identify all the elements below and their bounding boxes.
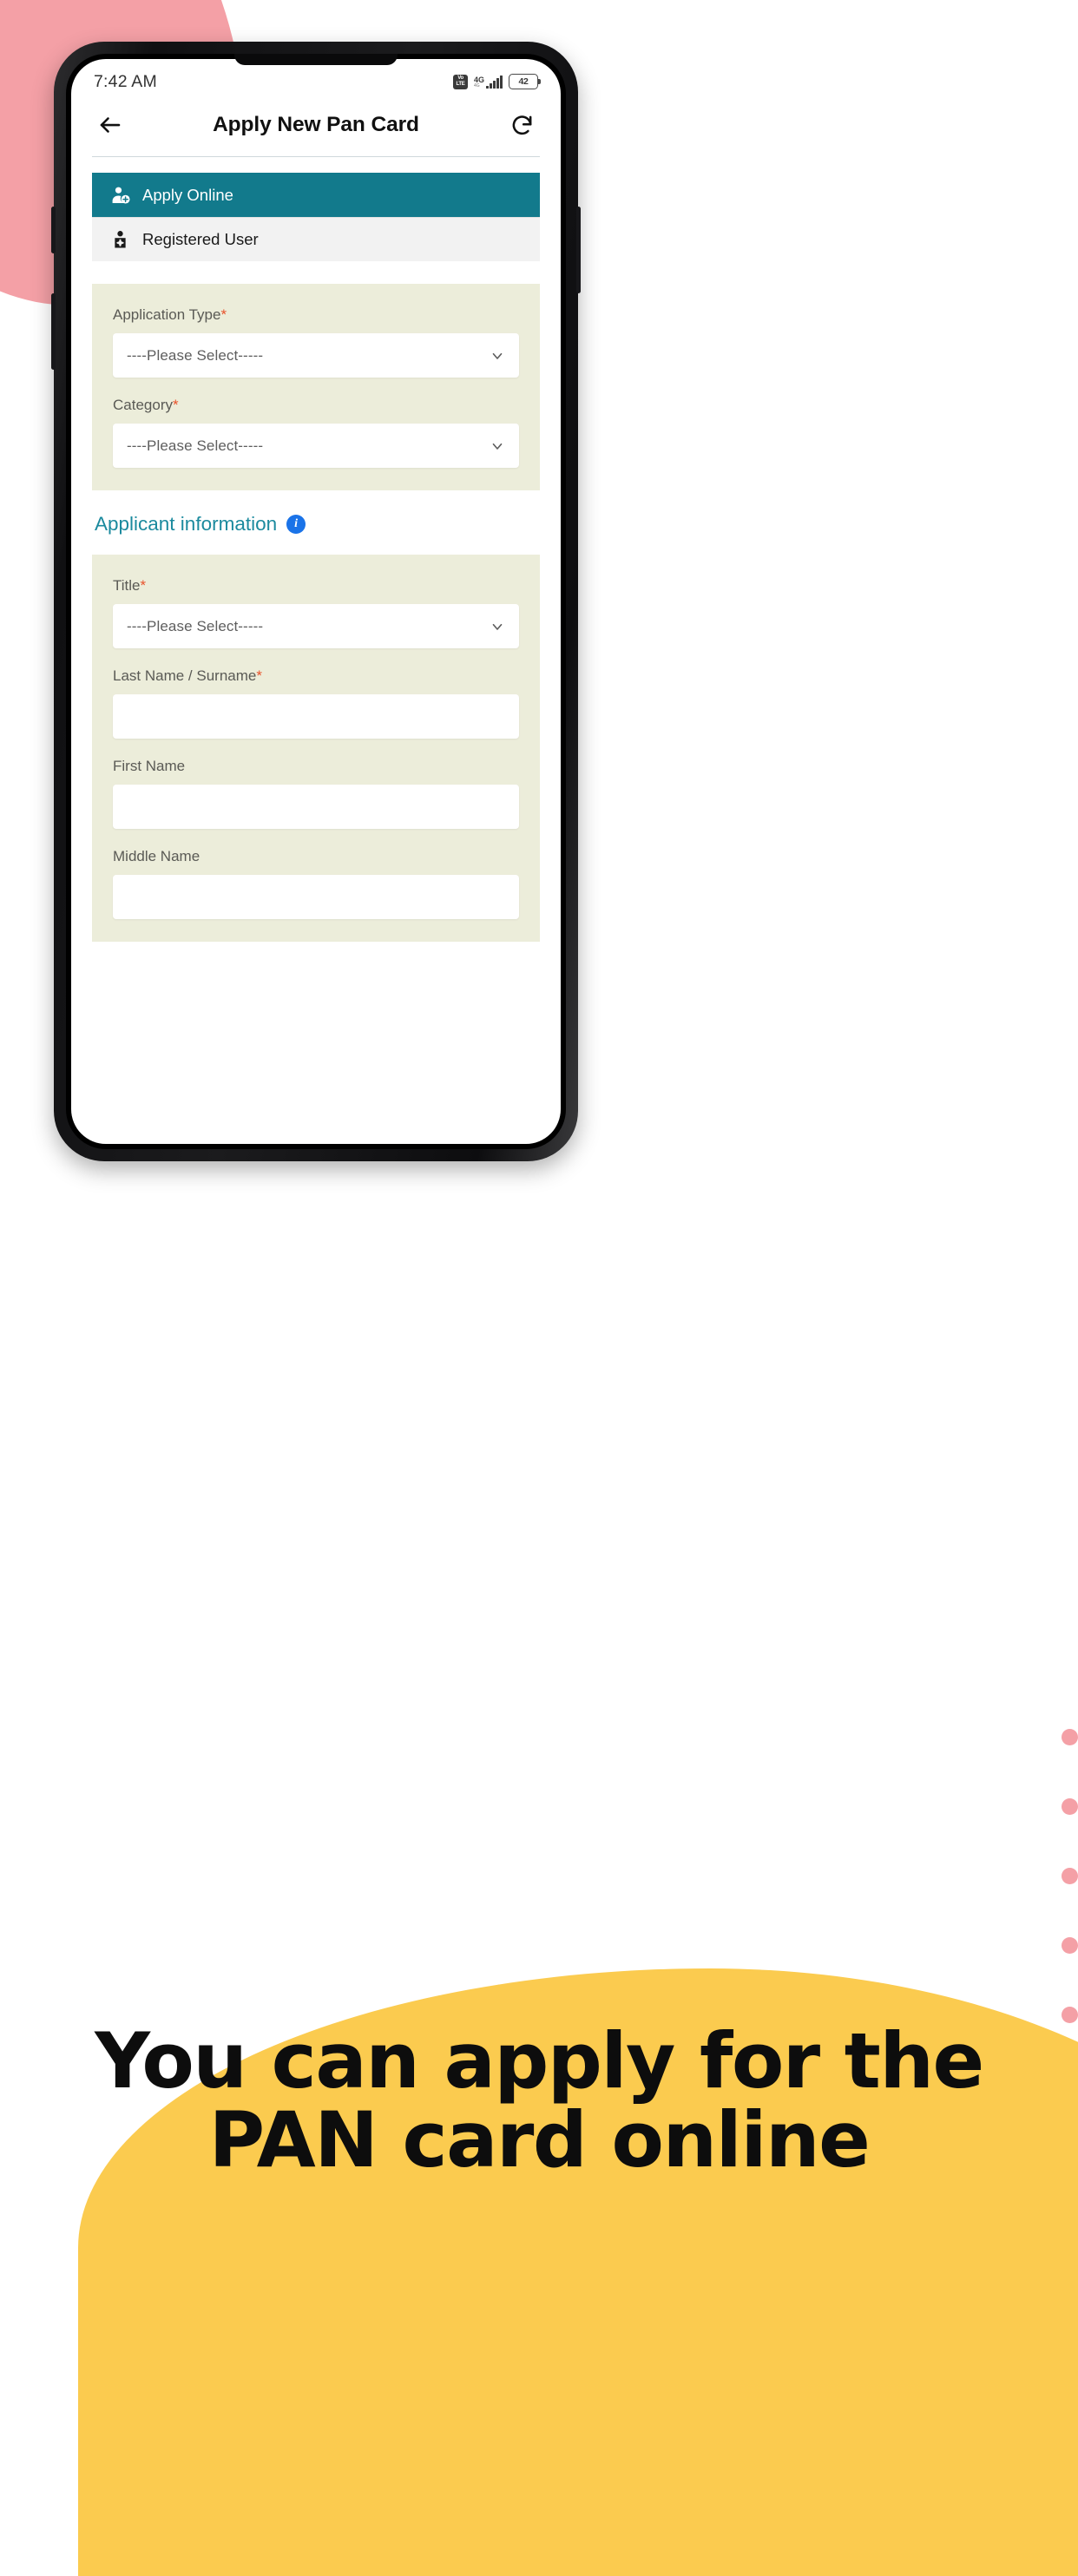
application-type-value: ----Please Select-----: [127, 346, 264, 364]
pink-dot: [1062, 1937, 1078, 1954]
title-label: Title*: [113, 577, 519, 595]
pink-dot: [1062, 1798, 1078, 1815]
signal-strength-icon: 4G 4G: [474, 75, 503, 89]
required-marker: *: [172, 397, 179, 413]
pink-dot: [1062, 2007, 1078, 2023]
required-marker: *: [256, 667, 262, 684]
chevron-down-icon: [490, 438, 505, 454]
app-header: Apply New Pan Card: [71, 99, 561, 151]
middle-name-label: Middle Name: [113, 848, 200, 864]
application-details-panel: Application Type* ----Please Select-----…: [92, 284, 540, 490]
phone-side-button: [51, 207, 56, 253]
promo-caption-line1: You can apply for the: [95, 2016, 984, 2106]
pink-dot: [1062, 1868, 1078, 1884]
volte-icon-line2: LTE: [456, 82, 465, 87]
chevron-down-icon: [490, 348, 505, 364]
volte-icon-line1: Vo: [457, 76, 463, 81]
network-type-label: 4G: [474, 75, 485, 84]
battery-level-text: 42: [518, 76, 529, 87]
last-name-label-text: Last Name / Surname: [113, 667, 257, 684]
applicant-information-heading: Applicant information i: [92, 490, 540, 555]
chevron-down-icon: [490, 619, 505, 634]
last-name-input[interactable]: [113, 694, 519, 739]
promo-caption-line2: PAN card online: [208, 2094, 871, 2185]
promo-caption: You can apply for the PAN card online: [0, 2016, 1078, 2185]
user-plus-icon: [109, 184, 131, 206]
phone-power-button: [576, 207, 581, 293]
field-first-name: First Name: [113, 758, 519, 829]
network-type-sublabel: 4G: [474, 82, 480, 89]
tab-apply-online-label: Apply Online: [142, 185, 233, 204]
application-type-label: Application Type*: [113, 306, 519, 324]
phone-bezel: 7:42 AM Vo LTE 4G 4G 42 Apply New Pan Ca…: [66, 54, 566, 1149]
battery-icon: 42: [509, 74, 541, 89]
tab-registered-user[interactable]: Registered User: [92, 217, 540, 261]
category-select[interactable]: ----Please Select-----: [113, 424, 519, 468]
first-name-label: First Name: [113, 758, 186, 774]
field-category: Category* ----Please Select-----: [113, 397, 519, 468]
field-last-name: Last Name / Surname*: [113, 667, 519, 739]
category-label-text: Category: [113, 397, 173, 413]
applicant-information-panel: Title* ----Please Select----- Last Name …: [92, 555, 540, 942]
tab-apply-online[interactable]: Apply Online: [92, 173, 540, 217]
page-title: Apply New Pan Card: [213, 113, 419, 136]
category-value: ----Please Select-----: [127, 437, 264, 454]
applicant-information-title: Applicant information: [95, 513, 278, 535]
page-content: Apply Online Registered User Application…: [71, 157, 561, 1144]
required-marker: *: [220, 306, 227, 323]
back-button[interactable]: [92, 107, 128, 143]
application-type-label-text: Application Type: [113, 306, 221, 323]
first-name-input[interactable]: [113, 785, 519, 829]
title-value: ----Please Select-----: [127, 617, 264, 634]
application-type-select[interactable]: ----Please Select-----: [113, 333, 519, 378]
status-icon-group: Vo LTE 4G 4G 42: [453, 74, 541, 89]
phone-notch: [234, 54, 398, 65]
volte-icon: Vo LTE: [453, 74, 469, 89]
field-title: Title* ----Please Select-----: [113, 577, 519, 648]
arrow-left-icon: [100, 117, 121, 133]
phone-screen: 7:42 AM Vo LTE 4G 4G 42 Apply New Pan Ca…: [71, 59, 561, 1144]
title-select[interactable]: ----Please Select-----: [113, 604, 519, 648]
required-marker: *: [140, 577, 147, 594]
info-icon[interactable]: i: [286, 515, 306, 534]
phone-mockup: 7:42 AM Vo LTE 4G 4G 42 Apply New Pan Ca…: [51, 42, 581, 1161]
category-label: Category*: [113, 397, 519, 414]
tab-registered-user-label: Registered User: [142, 230, 259, 248]
field-middle-name: Middle Name: [113, 848, 519, 919]
mode-tab-group: Apply Online Registered User: [92, 173, 540, 261]
last-name-label: Last Name / Surname*: [113, 667, 519, 685]
refresh-button[interactable]: [503, 107, 540, 143]
field-application-type: Application Type* ----Please Select-----: [113, 306, 519, 378]
status-clock: 7:42 AM: [94, 71, 157, 91]
title-label-text: Title: [113, 577, 141, 594]
signal-bars-icon: [486, 75, 503, 89]
middle-name-input[interactable]: [113, 875, 519, 919]
user-registered-icon: [109, 229, 131, 251]
refresh-icon: [512, 115, 531, 135]
phone-side-button: [51, 293, 56, 370]
pink-dot: [1062, 1729, 1078, 1745]
